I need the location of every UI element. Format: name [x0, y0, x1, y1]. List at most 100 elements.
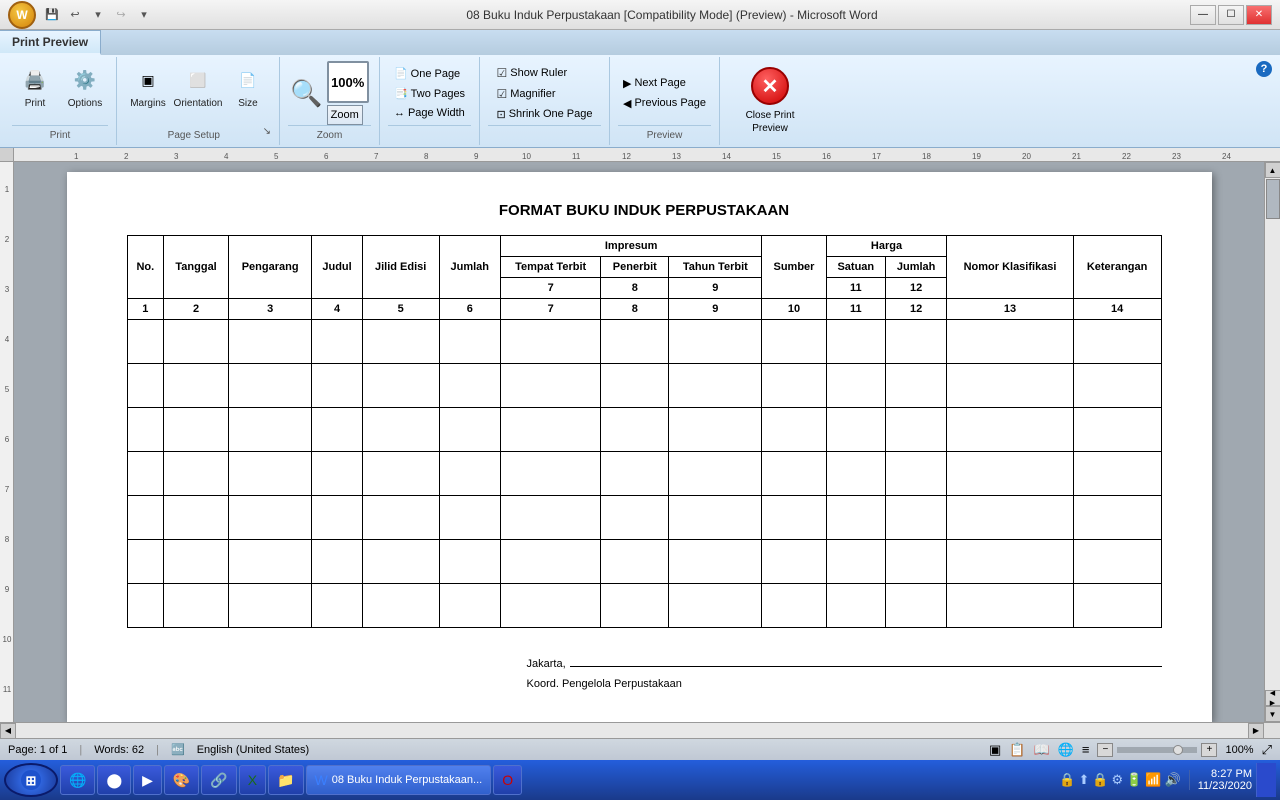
signature-city: Jakarta,: [527, 658, 566, 670]
zoom-button[interactable]: Zoom: [327, 105, 363, 125]
page-width-button[interactable]: ↔ Page Width: [389, 104, 470, 122]
th-num-9: 9: [669, 278, 762, 299]
tray-icon-6: 📶: [1145, 772, 1161, 788]
taskbar: ⊞ 🌐 ⬤ ▶ 🎨 🔗 X 📁 W 08 Buku Induk Perpusta…: [0, 760, 1280, 800]
h-scroll-track: [16, 723, 1248, 739]
ribbon-tabs: Print Preview: [0, 30, 1280, 55]
taskbar-network-button[interactable]: 🔗: [201, 765, 236, 795]
scroll-up-button[interactable]: ▲: [1265, 162, 1280, 178]
options-button[interactable]: ⚙️ Options: [62, 61, 108, 112]
scroll-thumb[interactable]: [1266, 179, 1280, 219]
shrink-one-page-button[interactable]: ⊡ Shrink One Page: [492, 105, 598, 124]
svg-text:19: 19: [972, 152, 981, 161]
start-button[interactable]: ⊞: [4, 763, 58, 797]
view-outline-icon[interactable]: ≡: [1082, 742, 1090, 757]
expand-icon[interactable]: ⤢: [1262, 742, 1272, 758]
undo-button[interactable]: ↩: [65, 5, 85, 25]
print-button[interactable]: 🖨️ Print: [12, 61, 58, 112]
table-row: [127, 320, 1161, 364]
view-layout-icon[interactable]: 📋: [1009, 742, 1025, 758]
vertical-scrollbar: ▲ ◀ ▶ ▼: [1264, 162, 1280, 722]
options-icon: ⚙️: [69, 64, 101, 96]
h-scroll-right-button[interactable]: ▶: [1248, 723, 1264, 739]
word-icon: W: [315, 772, 328, 788]
size-button[interactable]: 📄 Size: [225, 61, 271, 112]
ruler-container: 1 2 3 4 5 6 7 8 9 10 11 12 13 14 15 16 1…: [0, 148, 1280, 162]
show-desktop-button[interactable]: [1256, 763, 1276, 797]
content-row: 1 2 3 4 5 6 7 8 9 10 11 12 FORMAT BUKU I…: [0, 162, 1280, 722]
ribbon-group-zoom: 🔍 100% Zoom Zoom: [280, 57, 380, 145]
previous-page-button[interactable]: ◀ Previous Page: [618, 94, 711, 113]
opera-icon: O: [502, 772, 513, 788]
svg-text:6: 6: [5, 435, 10, 444]
qa-dropdown[interactable]: ▾: [134, 5, 154, 25]
zoom-slider[interactable]: [1117, 747, 1197, 753]
view-read-icon[interactable]: 📖: [1033, 742, 1049, 758]
undo-dropdown[interactable]: ▾: [88, 5, 108, 25]
th-num-11b: 11: [826, 299, 885, 320]
shrink-icon: ⊡: [497, 108, 506, 121]
margins-button[interactable]: ▣ Margins: [125, 61, 171, 112]
zoom-decrease-button[interactable]: −: [1097, 743, 1113, 757]
th-harga: Harga: [826, 236, 947, 257]
svg-text:7: 7: [374, 152, 379, 161]
svg-text:17: 17: [872, 152, 881, 161]
ribbon-group-print: 🖨️ Print ⚙️ Options Print: [4, 57, 117, 145]
view-normal-icon[interactable]: ▣: [989, 742, 1001, 758]
taskbar-word-button[interactable]: W 08 Buku Induk Perpustakaan...: [306, 765, 492, 795]
window-controls: — ☐ ✕: [1190, 5, 1272, 25]
view-web-icon[interactable]: 🌐: [1058, 742, 1074, 758]
zoom-percentage: 100%: [1225, 744, 1253, 756]
orientation-button[interactable]: ⬜ Orientation: [175, 61, 221, 112]
taskbar-excel-button[interactable]: X: [239, 765, 266, 795]
office-button[interactable]: W: [8, 1, 36, 29]
zoom-slider-thumb[interactable]: [1173, 745, 1183, 755]
one-page-button[interactable]: 📄 One Page: [389, 64, 470, 83]
excel-icon: X: [248, 772, 257, 788]
tray-icons: 🔒 ⬆ 🔒 ⚙ 🔋 📶 🔊: [1059, 772, 1181, 788]
magnifier-checkbox[interactable]: Magnifier: [492, 84, 598, 104]
h-scroll-left-button[interactable]: ◀: [0, 723, 16, 739]
svg-text:1: 1: [74, 152, 79, 161]
tab-print-preview[interactable]: Print Preview: [0, 30, 101, 55]
taskbar-opera-button[interactable]: O: [493, 765, 522, 795]
svg-text:4: 4: [5, 335, 10, 344]
taskbar-media-button[interactable]: ▶: [133, 765, 162, 795]
svg-text:2: 2: [124, 152, 129, 161]
th-sumber: Sumber: [762, 236, 826, 299]
zoom-level-display[interactable]: 100%: [327, 61, 369, 103]
spell-check-icon[interactable]: 🔤: [171, 743, 185, 756]
minimize-button[interactable]: —: [1190, 5, 1216, 25]
zoom-magnifier-button[interactable]: 🔍: [290, 78, 322, 109]
close-print-preview-button[interactable]: ✕ Close Print Preview: [720, 57, 816, 145]
th-nomor-klasifikasi: Nomor Klasifikasi: [947, 236, 1073, 299]
maximize-button[interactable]: ☐: [1218, 5, 1244, 25]
scroll-down-button[interactable]: ▼: [1265, 706, 1280, 722]
table-row: [127, 584, 1161, 628]
th-num-12: 12: [885, 278, 946, 299]
system-tray: 🔒 ⬆ 🔒 ⚙ 🔋 📶 🔊 8:27 PM 11/23/2020: [1059, 763, 1276, 797]
ribbon-content: 🖨️ Print ⚙️ Options Print ▣ Margins: [0, 55, 1280, 148]
th-num-1: 1: [127, 299, 164, 320]
next-page-button[interactable]: ▶ Next Page: [618, 74, 711, 93]
zoom-increase-button[interactable]: +: [1201, 743, 1217, 757]
help-button[interactable]: ?: [1252, 57, 1276, 145]
save-button[interactable]: 💾: [42, 5, 62, 25]
page-setup-expand[interactable]: ↘: [263, 126, 271, 141]
taskbar-chrome-button[interactable]: ⬤: [97, 765, 131, 795]
svg-text:10: 10: [3, 635, 12, 644]
th-jilid-edisi: Jilid Edisi: [362, 236, 439, 299]
svg-text:21: 21: [1072, 152, 1081, 161]
system-time: 8:27 PM 11/23/2020: [1198, 768, 1252, 792]
two-pages-button[interactable]: 📑 Two Pages: [389, 84, 470, 103]
redo-button[interactable]: ↪: [111, 5, 131, 25]
taskbar-folder-button[interactable]: 📁: [268, 765, 303, 795]
margins-icon: ▣: [132, 64, 164, 96]
scroll-prev-btn[interactable]: ◀: [1270, 689, 1275, 697]
show-ruler-checkbox[interactable]: Show Ruler: [492, 63, 598, 83]
th-jumlah: Jumlah: [439, 236, 500, 299]
close-button[interactable]: ✕: [1246, 5, 1272, 25]
taskbar-word-label: 08 Buku Induk Perpustakaan...: [332, 774, 482, 786]
taskbar-paint-button[interactable]: 🎨: [164, 765, 199, 795]
taskbar-ie-button[interactable]: 🌐: [60, 765, 95, 795]
